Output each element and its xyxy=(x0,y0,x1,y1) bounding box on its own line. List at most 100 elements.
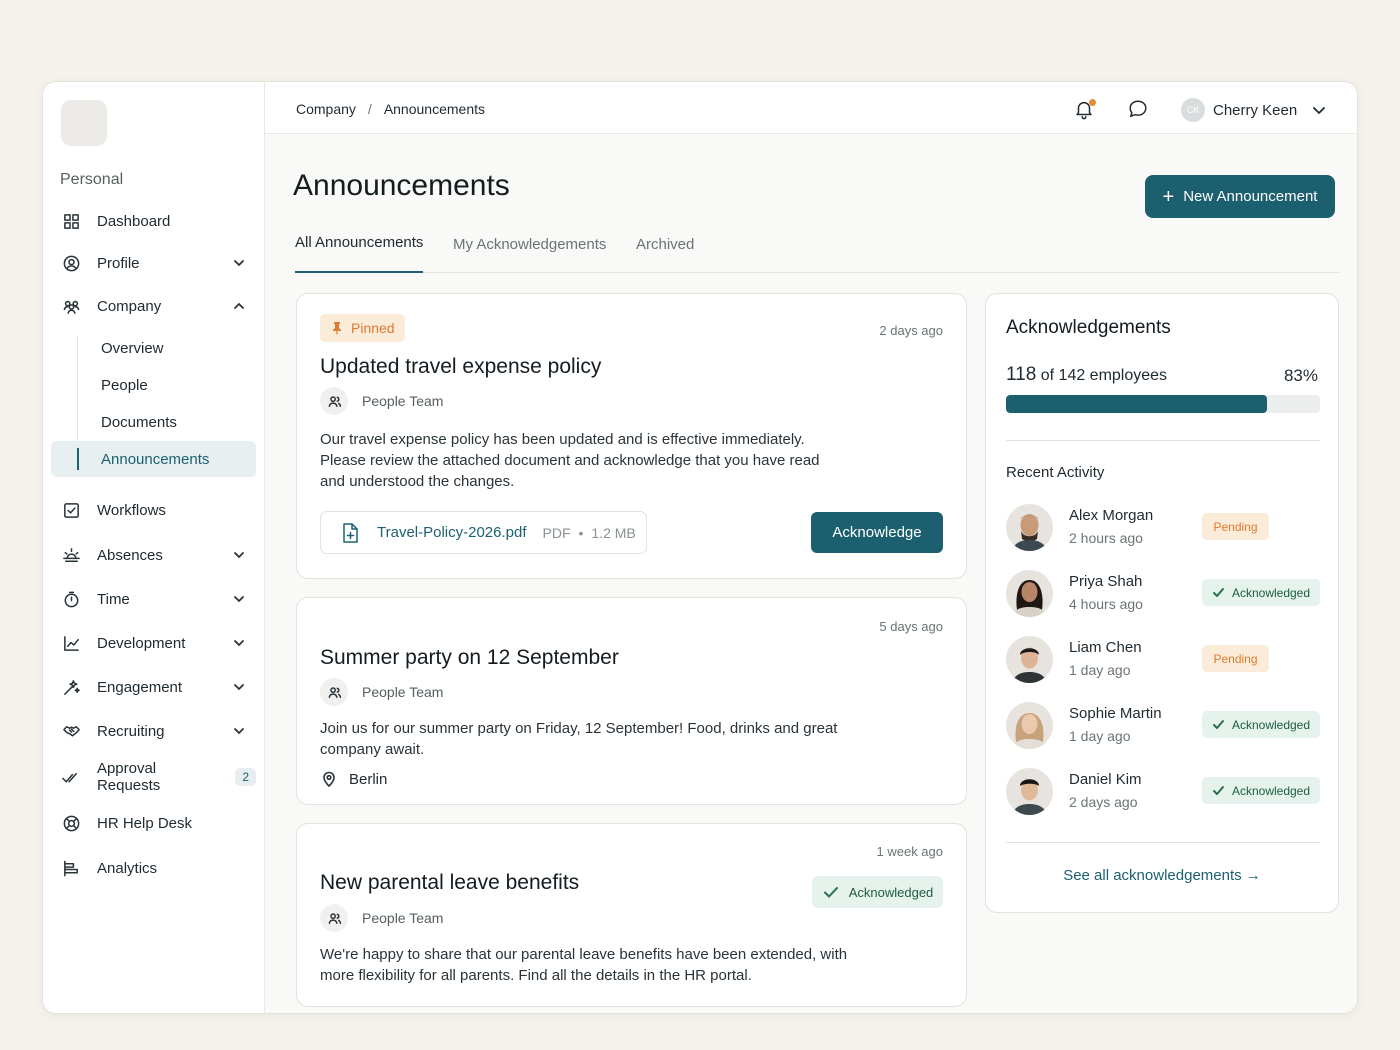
sidebar-item-absences[interactable]: Absences xyxy=(51,537,256,573)
app-logo[interactable] xyxy=(61,100,107,146)
sidebar-item-company[interactable]: Company xyxy=(51,288,256,324)
chevron-up-icon[interactable] xyxy=(232,299,246,313)
user-name: Cherry Keen xyxy=(1213,101,1298,119)
chevron-down-icon[interactable] xyxy=(232,548,246,562)
pin-icon xyxy=(333,322,341,335)
chevron-down-icon[interactable] xyxy=(232,680,246,694)
post-time: 1 week ago xyxy=(876,844,944,859)
announcement-card[interactable]: Pinned 2 days ago Updated travel expense… xyxy=(296,293,967,579)
activity-time: 4 hours ago xyxy=(1069,596,1143,612)
file-plus-icon xyxy=(343,522,358,543)
tab-archived[interactable]: Archived xyxy=(636,236,694,275)
chevron-down-icon[interactable] xyxy=(232,724,246,738)
new-announcement-button[interactable]: + New Announcement xyxy=(1145,175,1335,218)
page-title: Announcements xyxy=(293,169,510,202)
activity-name: Sophie Martin xyxy=(1069,705,1162,722)
attachment[interactable]: Travel-Policy-2026.pdf PDF • 1.2 MB xyxy=(320,511,647,554)
breadcrumb-company[interactable]: Company xyxy=(296,101,356,117)
avatar: CK xyxy=(1181,98,1205,122)
new-announcement-label: New Announcement xyxy=(1183,188,1318,205)
sidebar-item-label: Time xyxy=(97,590,130,608)
sidebar-item-workflows[interactable]: Workflows xyxy=(51,492,256,528)
announcement-body: Join us for our summer party on Friday, … xyxy=(320,720,838,758)
activity-time: 1 day ago xyxy=(1069,728,1131,744)
divider xyxy=(1006,440,1320,441)
sidebar-item-development[interactable]: Development xyxy=(51,625,256,661)
sidebar: Personal Dashboard Profile Company Overv… xyxy=(43,82,265,1013)
location: Berlin xyxy=(320,770,387,788)
activity-item[interactable]: Sophie Martin 1 day ago Acknowledged xyxy=(1006,702,1320,750)
author: People Team xyxy=(320,678,443,706)
acknowledge-button[interactable]: Acknowledge xyxy=(811,512,943,553)
sidebar-item-label: Absences xyxy=(97,546,163,564)
chat-icon[interactable] xyxy=(1127,98,1151,122)
activity-time: 1 day ago xyxy=(1069,662,1131,678)
user-menu[interactable]: CK Cherry Keen xyxy=(1181,98,1327,122)
sidebar-item-recruiting[interactable]: Recruiting xyxy=(51,713,256,749)
announcement-title[interactable]: Summer party on 12 September xyxy=(320,646,619,670)
status-label: Acknowledged xyxy=(1231,585,1311,600)
breadcrumb-current: Announcements xyxy=(383,101,485,117)
sidebar-item-label: Dashboard xyxy=(97,212,171,230)
author-name: People Team xyxy=(362,393,444,409)
sidebar-item-dashboard[interactable]: Dashboard xyxy=(51,203,256,239)
submenu-item-announcements[interactable]: Announcements xyxy=(51,441,256,477)
stopwatch-icon xyxy=(61,589,81,609)
submenu-item-documents[interactable]: Documents xyxy=(51,404,256,440)
grid-icon xyxy=(61,211,81,231)
submenu-item-overview[interactable]: Overview xyxy=(51,330,256,366)
announcement-card[interactable]: 5 days ago Summer party on 12 September … xyxy=(296,597,967,805)
user-circle-icon xyxy=(61,253,81,273)
status-badge: Acknowledged xyxy=(1202,777,1320,804)
sidebar-item-hr-help-desk[interactable]: HR Help Desk xyxy=(51,805,256,841)
sidebar-item-label: Approval Requests xyxy=(96,760,161,794)
activity-item[interactable]: Priya Shah 4 hours ago Acknowledged xyxy=(1006,570,1320,618)
tab-my-acknowledgements[interactable]: My Acknowledgements xyxy=(453,236,606,275)
map-pin-icon xyxy=(323,771,335,787)
activity-item[interactable]: Daniel Kim 2 days ago Acknowledged xyxy=(1006,768,1320,816)
sidebar-item-profile[interactable]: Profile xyxy=(51,245,256,281)
announcement-card[interactable]: 1 week ago New parental leave benefits A… xyxy=(296,823,967,1007)
sidebar-item-label: Development xyxy=(97,634,186,652)
sidebar-item-time[interactable]: Time xyxy=(51,581,256,617)
sidebar-item-label: Workflows xyxy=(97,501,166,519)
post-time: 2 days ago xyxy=(879,323,943,338)
breadcrumb: Company / Announcements xyxy=(296,101,485,117)
author: People Team xyxy=(320,904,443,932)
double-check-icon xyxy=(61,767,81,787)
chevron-down-icon[interactable] xyxy=(232,256,246,270)
post-time: 5 days ago xyxy=(879,619,943,634)
status-badge: Pending xyxy=(1202,513,1269,540)
announcement-title[interactable]: Updated travel expense policy xyxy=(320,355,601,379)
panel-title: Acknowledgements xyxy=(1006,317,1171,338)
sidebar-item-approval-requests[interactable]: Approval Requests 2 xyxy=(51,759,256,795)
ack-total: of 142 employees xyxy=(1040,367,1168,384)
announcement-title[interactable]: New parental leave benefits xyxy=(320,871,579,895)
see-all-acknowledgements-link[interactable]: See all acknowledgements → xyxy=(986,867,1338,884)
check-icon xyxy=(1212,588,1224,597)
meta-separator: • xyxy=(578,524,584,541)
bell-icon[interactable] xyxy=(1073,98,1097,122)
activity-item[interactable]: Liam Chen 1 day ago Pending xyxy=(1006,636,1320,684)
submenu-item-people[interactable]: People xyxy=(51,367,256,403)
announcement-body: Our travel expense policy has been updat… xyxy=(320,431,820,490)
tab-all-announcements[interactable]: All Announcements xyxy=(295,234,424,273)
sidebar-item-analytics[interactable]: Analytics xyxy=(51,850,256,886)
notification-dot xyxy=(1089,99,1096,106)
count-badge: 2 xyxy=(235,768,256,786)
status-label: Acknowledged xyxy=(848,884,934,900)
sidebar-item-label: Analytics xyxy=(97,859,158,877)
activity-item[interactable]: Alex Morgan 2 hours ago Pending xyxy=(1006,504,1320,552)
avatar xyxy=(1006,702,1053,749)
chevron-down-icon[interactable] xyxy=(232,636,246,650)
chevron-down-icon[interactable] xyxy=(232,592,246,606)
activity-name: Liam Chen xyxy=(1069,639,1142,656)
sidebar-item-label: Profile xyxy=(97,254,140,272)
sidebar-item-engagement[interactable]: Engagement xyxy=(51,669,256,705)
plus-icon: + xyxy=(1162,185,1175,208)
author-name: People Team xyxy=(362,910,444,926)
ack-percent: 83% xyxy=(1283,366,1318,385)
sidebar-item-label: HR Help Desk xyxy=(97,814,193,832)
app-window: Personal Dashboard Profile Company Overv… xyxy=(42,81,1358,1014)
progress-bar xyxy=(1006,395,1320,413)
